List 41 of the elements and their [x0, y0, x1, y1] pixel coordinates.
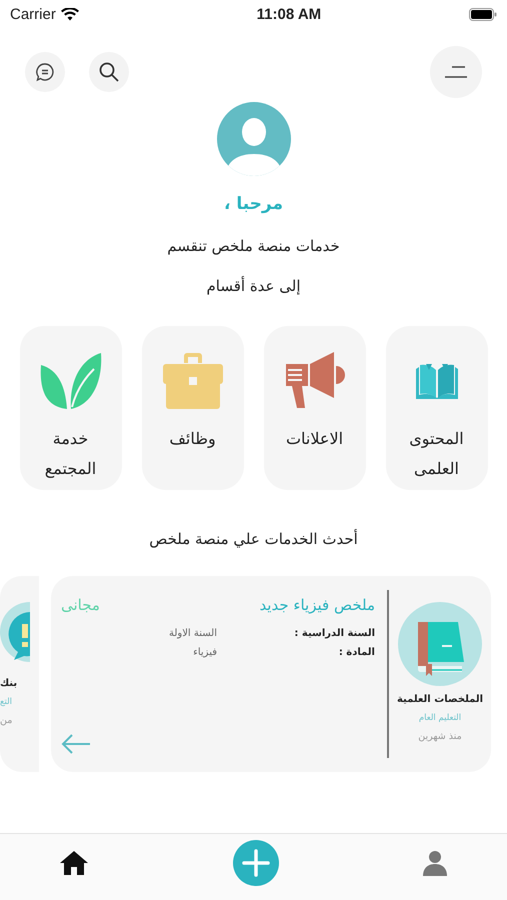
search-button[interactable]	[89, 52, 129, 92]
wifi-icon	[60, 8, 79, 20]
intro-text: خدمات منصة ملخص تنقسم	[166, 236, 341, 257]
intro-text: إلى عدة أقسام	[205, 275, 302, 297]
plus-icon	[232, 840, 278, 886]
field-value: فيزياء	[193, 647, 217, 658]
chat-button[interactable]	[25, 52, 65, 92]
arrow-left-icon	[61, 734, 91, 754]
field-label: المادة :	[338, 647, 375, 658]
stage-label: التع	[0, 697, 12, 707]
section-title: أحدث الخدمات علي منصة ملخص	[148, 530, 359, 548]
service-card[interactable]: الاعلانات	[264, 326, 366, 490]
post-card[interactable]: بنك التع من	[0, 576, 39, 772]
service-card[interactable]: المحتوى العلمى	[386, 326, 488, 490]
greeting-text: مرحبا ،	[222, 194, 284, 214]
clock-time: 11:08 AM	[256, 6, 322, 22]
carrier-label: Carrier	[10, 6, 56, 22]
person-icon	[423, 850, 447, 876]
service-card[interactable]: خدمة المجتمع	[20, 326, 122, 490]
price-label: مجانى	[61, 596, 100, 614]
stage-label: التعليم العام	[418, 713, 462, 723]
leaf-icon	[38, 350, 102, 412]
category-label: الملخصات العلمية	[396, 694, 484, 705]
book-icon	[398, 602, 482, 686]
profile-tab[interactable]	[423, 850, 447, 876]
time-label: من	[0, 715, 12, 726]
home-tab[interactable]	[60, 851, 88, 875]
field-value: السنة الاولة	[168, 628, 217, 639]
home-icon	[60, 851, 88, 875]
chat-icon	[35, 62, 55, 82]
battery-icon	[468, 8, 497, 20]
field-label: السنة الدراسية :	[293, 628, 375, 639]
briefcase-icon	[162, 350, 224, 412]
search-icon	[98, 61, 120, 83]
category-label: بنك	[0, 678, 18, 689]
post-card[interactable]: الملخصات العلمية التعليم العام منذ شهرين ملخص فيزياء جديد مجانى السنة الدراسية : السنة الاولة المادة : فيزياء	[51, 576, 491, 772]
add-tab[interactable]	[232, 840, 278, 886]
post-title: ملخص فيزياء جديد	[259, 596, 375, 614]
time-label: منذ شهرين	[418, 731, 462, 742]
service-card[interactable]: وظائف	[142, 326, 244, 490]
menu-icon	[444, 66, 468, 78]
